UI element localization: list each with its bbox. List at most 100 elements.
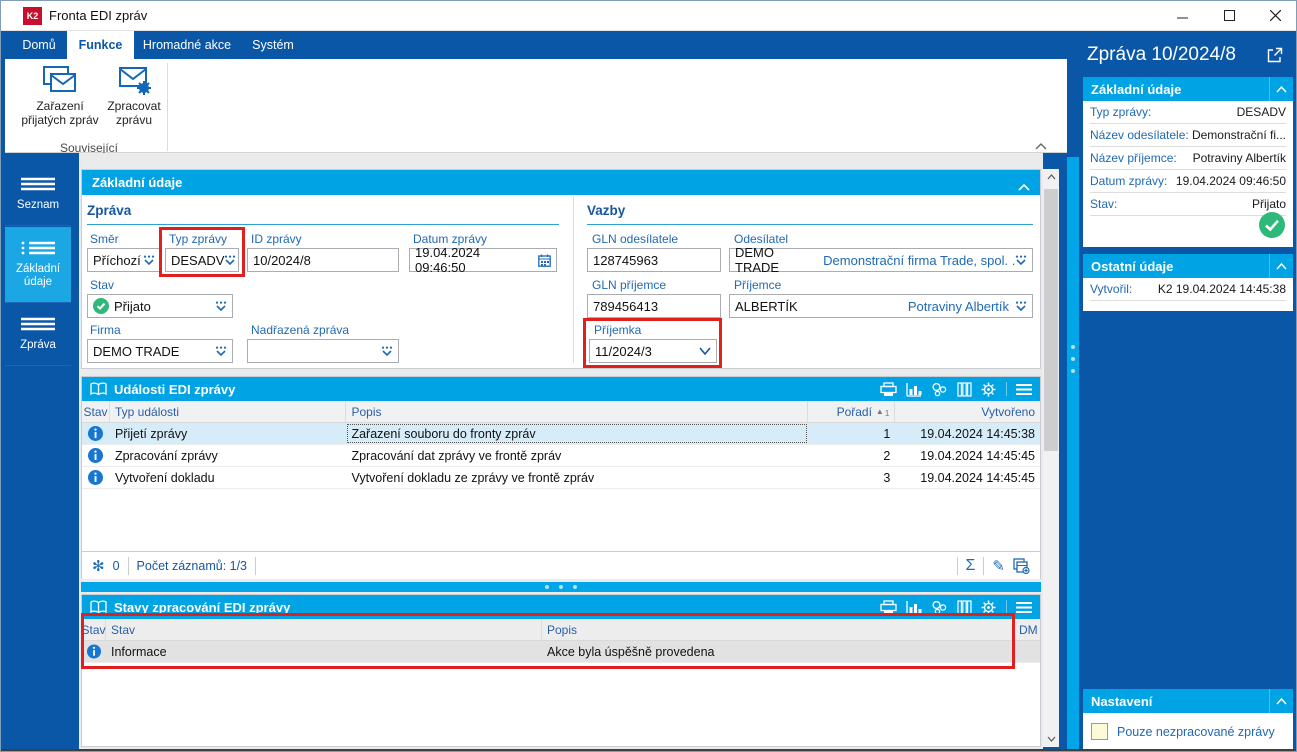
filter-asterisk-icon[interactable]: ✻ [92,557,105,575]
sort-order-number: 1 [884,409,890,418]
ribbon: Zařazení přijatých zpráv Zpracovat zpráv… [5,59,1067,155]
firma-combobox[interactable]: DEMO TRADE [87,339,233,363]
collapse-section-button[interactable] [1269,689,1293,713]
column-dm[interactable]: DM [1014,619,1040,640]
preview-row: Stav: Přijato [1090,193,1286,216]
scroll-up-button[interactable] [1043,169,1059,185]
field-label-firma: Firma [90,323,121,337]
gln-odesilatele-field[interactable]: 128745963 [587,248,721,272]
nadrazena-zprava-combobox[interactable] [247,339,399,363]
column-poradi[interactable]: Pořadí ▲ 1 [808,401,896,422]
print-icon[interactable] [880,381,897,397]
cell-typ-udalosti: Přijetí zprávy [114,426,188,441]
maximize-button[interactable] [1206,1,1252,30]
calendar-icon[interactable] [538,254,551,267]
horizontal-splitter[interactable] [81,582,1041,592]
sidebar-item-seznam[interactable]: Seznam [5,164,71,226]
close-icon [1269,10,1281,21]
preview-row: Vytvořil: K2 19.04.2024 14:45:38 [1090,278,1286,301]
collapse-section-button[interactable] [1269,254,1293,278]
table-row[interactable]: Informace Akce byla úspěšně provedena [82,641,1040,663]
chart-icon[interactable] [906,600,922,615]
cell-popis: Vytvoření dokladu ze zprávy ve frontě zp… [351,470,595,485]
edit-icon[interactable]: ✎ [992,557,1005,575]
column-popis[interactable]: Popis [542,619,1014,640]
column-stav[interactable]: Stav [106,619,542,640]
field-label-stav: Stav [90,278,115,292]
collapse-section-button[interactable] [1269,77,1293,101]
grid-title: Stavy zpracování EDI zprávy [114,599,291,615]
sidebar-item-zakladni-udaje[interactable]: Základní údaje [5,227,71,303]
right-preview-panel: Zpráva 10/2024/8 Základní údaje Typ zprá… [1067,31,1296,751]
tab-domu[interactable]: Domů [11,31,67,59]
columns-icon[interactable] [957,381,972,397]
gears-icon[interactable] [931,382,948,397]
section-title: Nastavení [1091,693,1153,709]
minimize-button[interactable] [1159,1,1205,30]
odesilatel-combobox[interactable]: DEMO TRADE Demonstrační firma Trade, spo… [729,245,1033,275]
datum-zpravy-field[interactable]: 19.04.2024 09:46:50 [409,245,557,275]
column-typ-udalosti[interactable]: Typ události [110,401,347,422]
events-column-header: Stav Typ události Popis Pořadí ▲ 1 Vytvo… [82,401,1040,423]
prijemce-combobox[interactable]: ALBERTÍK Potraviny Albertík [729,294,1033,318]
field-label-nadrazena-zprava: Nadřazená zpráva [251,323,350,337]
table-row[interactable]: Zpracování zprávy Zpracování dat zprávy … [82,445,1040,467]
tab-funkce[interactable]: Funkce [67,31,134,59]
group-underline [587,224,1033,225]
pouze-nezpracovane-checkbox[interactable] [1091,723,1108,740]
vertical-scrollbar[interactable] [1043,169,1059,747]
add-record-icon[interactable] [1013,557,1030,574]
button-label: Zařazení přijatých zpráv [21,99,99,127]
chevron-up-icon [1276,85,1287,93]
table-row[interactable]: Vytvoření dokladu Vytvoření dokladu ze z… [82,467,1040,489]
zpracovat-zpravu-button[interactable]: Zpracovat zprávu [103,65,165,141]
grid-footer: ✻ 0 Počet záznamů: 1/3 Σ ✎ [82,551,1040,579]
list-icon [21,177,55,191]
open-in-window-button[interactable] [1267,47,1283,68]
sidebar-item-zprava[interactable]: Zpráva [5,304,71,366]
zarazeni-prijatych-zprav-button[interactable]: Zařazení přijatých zpráv [17,65,103,141]
stav-combobox[interactable]: Přijato [87,294,233,318]
close-button[interactable] [1252,1,1296,30]
print-icon[interactable] [880,599,897,615]
tab-system[interactable]: Systém [240,31,306,59]
id-zpravy-field[interactable]: 10/2024/8 [247,248,399,272]
vertical-splitter[interactable] [1067,157,1079,751]
smer-combobox[interactable]: Příchozí [87,248,161,272]
chart-icon[interactable] [906,382,922,397]
column-popis[interactable]: Popis [346,401,809,422]
grid-menu-icon[interactable] [1016,383,1032,396]
field-label-smer: Směr [90,232,119,246]
collapse-panel-button[interactable] [1018,179,1030,194]
cell-vytvoreno: 19.04.2024 14:45:38 [920,426,1035,441]
sum-icon[interactable]: Σ [966,557,976,575]
prijemka-combobox[interactable]: 11/2024/3 [589,339,717,363]
tab-hromadne-akce[interactable]: Hromadné akce [134,31,240,59]
gears-icon[interactable] [931,600,948,615]
preview-row: Název odesílatele: Demonstrační fi... [1090,124,1286,147]
column-stav[interactable]: Stav [82,401,110,422]
field-label-id-zpravy: ID zprávy [251,232,302,246]
column-vytvoreno[interactable]: Vytvořeno [895,401,1040,422]
settings-gear-icon[interactable] [981,382,997,397]
table-row[interactable]: Přijetí zprávy Zařazení souboru do front… [82,423,1040,445]
sidebar-item-label: Základní údaje [15,262,61,288]
cell-poradi: 1 [883,426,891,441]
columns-icon[interactable] [957,599,972,615]
scroll-down-button[interactable] [1043,731,1059,747]
dropdown-icon [215,346,227,357]
field-detail: Potraviny Albertík [907,298,1009,314]
list-icon [21,317,55,331]
typ-zpravy-combobox[interactable]: DESADV [165,248,239,272]
preview-section-ostatni-udaje: Ostatní údaje Vytvořil: K2 19.04.2024 14… [1083,254,1293,311]
grid-header: Stavy zpracování EDI zprávy [82,595,1040,619]
field-value: DEMO TRADE [93,343,180,359]
settings-gear-icon[interactable] [981,600,997,615]
chevron-up-icon [1035,143,1047,150]
cell-stav: Informace [111,644,167,659]
grid-menu-icon[interactable] [1016,601,1032,614]
column-stav-icon[interactable]: Stav [82,619,106,640]
scrollbar-thumb[interactable] [1044,189,1058,451]
gln-prijemce-field[interactable]: 789456413 [587,294,721,318]
preview-row: Název příjemce: Potraviny Albertík [1090,147,1286,170]
